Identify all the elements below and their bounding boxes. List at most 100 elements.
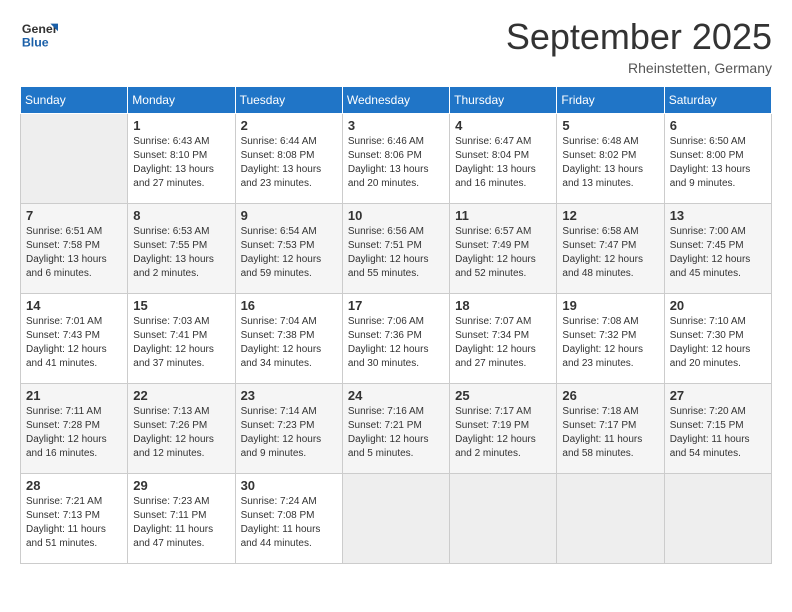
day-info: Sunrise: 6:47 AMSunset: 8:04 PMDaylight:… [455,135,551,191]
weekday-header-saturday: Saturday [664,87,771,114]
day-number: 22 [133,388,229,403]
day-info: Sunrise: 6:54 AMSunset: 7:53 PMDaylight:… [241,225,337,281]
day-number: 4 [455,118,551,133]
weekday-header-wednesday: Wednesday [342,87,449,114]
calendar-cell: 24 Sunrise: 7:16 AMSunset: 7:21 PMDayligh… [342,384,449,474]
calendar-cell [342,474,449,564]
calendar-cell: 15Sunrise: 7:03 AMSunset: 7:41 PMDayligh… [128,294,235,384]
calendar-cell: 23 Sunrise: 7:14 AMSunset: 7:23 PMDayligh… [235,384,342,474]
day-number: 5 [562,118,658,133]
day-number: 28 [26,478,122,493]
day-number: 6 [670,118,766,133]
calendar-cell: 29Sunrise: 7:23 AMSunset: 7:11 PMDayligh… [128,474,235,564]
calendar-cell: 21 Sunrise: 7:11 AMSunset: 7:28 PMDayligh… [21,384,128,474]
calendar-header: SundayMondayTuesdayWednesdayThursdayFrid… [21,87,772,114]
calendar-cell: 4 Sunrise: 6:47 AMSunset: 8:04 PMDaylight… [450,114,557,204]
weekday-header-friday: Friday [557,87,664,114]
day-info: Sunrise: 7:04 AMSunset: 7:38 PMDaylight:… [241,315,337,371]
calendar-table: SundayMondayTuesdayWednesdayThursdayFrid… [20,86,772,564]
calendar-week-1: 1 Sunrise: 6:43 AMSunset: 8:10 PMDaylight… [21,114,772,204]
calendar-cell: 19 Sunrise: 7:08 AMSunset: 7:32 PMDayligh… [557,294,664,384]
calendar-cell: 17Sunrise: 7:06 AMSunset: 7:36 PMDayligh… [342,294,449,384]
day-number: 10 [348,208,444,223]
day-info: Sunrise: 7:14 AMSunset: 7:23 PMDaylight:… [241,405,337,461]
day-info: Sunrise: 6:48 AMSunset: 8:02 PMDaylight:… [562,135,658,191]
calendar-cell [21,114,128,204]
calendar-cell: 6 Sunrise: 6:50 AMSunset: 8:00 PMDaylight… [664,114,771,204]
day-info: Sunrise: 6:44 AMSunset: 8:08 PMDaylight:… [241,135,337,191]
day-number: 1 [133,118,229,133]
day-info: Sunrise: 6:53 AMSunset: 7:55 PMDaylight:… [133,225,229,281]
day-number: 21 [26,388,122,403]
day-info: Sunrise: 7:20 AMSunset: 7:15 PMDaylight:… [670,405,766,461]
svg-text:Blue: Blue [22,35,49,49]
day-number: 23 [241,388,337,403]
calendar-cell: 27 Sunrise: 7:20 AMSunset: 7:15 PMDayligh… [664,384,771,474]
day-number: 7 [26,208,122,223]
calendar-cell: 13 Sunrise: 7:00 AMSunset: 7:45 PMDayligh… [664,204,771,294]
day-info: Sunrise: 7:08 AMSunset: 7:32 PMDaylight:… [562,315,658,371]
calendar-cell: 8 Sunrise: 6:53 AMSunset: 7:55 PMDaylight… [128,204,235,294]
day-number: 13 [670,208,766,223]
day-info: Sunrise: 6:43 AMSunset: 8:10 PMDaylight:… [133,135,229,191]
calendar-week-5: 28 Sunrise: 7:21 AMSunset: 7:13 PMDayligh… [21,474,772,564]
day-number: 24 [348,388,444,403]
weekday-header-thursday: Thursday [450,87,557,114]
day-number: 12 [562,208,658,223]
day-info: Sunrise: 7:21 AMSunset: 7:13 PMDaylight:… [26,495,122,551]
day-info: Sunrise: 7:10 AMSunset: 7:30 PMDaylight:… [670,315,766,371]
day-info: Sunrise: 7:16 AMSunset: 7:21 PMDaylight:… [348,405,444,461]
calendar-cell: 11 Sunrise: 6:57 AMSunset: 7:49 PMDayligh… [450,204,557,294]
header: General Blue September 2025 Rheinstetten… [20,16,772,76]
calendar-cell: 12 Sunrise: 6:58 AMSunset: 7:47 PMDayligh… [557,204,664,294]
day-number: 27 [670,388,766,403]
day-number: 11 [455,208,551,223]
calendar-cell: 28 Sunrise: 7:21 AMSunset: 7:13 PMDayligh… [21,474,128,564]
calendar-cell: 25 Sunrise: 7:17 AMSunset: 7:19 PMDayligh… [450,384,557,474]
calendar-cell: 1 Sunrise: 6:43 AMSunset: 8:10 PMDaylight… [128,114,235,204]
day-number: 17 [348,298,444,313]
calendar-cell: 10 Sunrise: 6:56 AMSunset: 7:51 PMDayligh… [342,204,449,294]
weekday-header-sunday: Sunday [21,87,128,114]
day-info: Sunrise: 7:18 AMSunset: 7:17 PMDaylight:… [562,405,658,461]
calendar-cell [450,474,557,564]
day-number: 16 [241,298,337,313]
day-info: Sunrise: 6:58 AMSunset: 7:47 PMDaylight:… [562,225,658,281]
calendar-week-2: 7Sunrise: 6:51 AMSunset: 7:58 PMDaylight… [21,204,772,294]
calendar-week-4: 21 Sunrise: 7:11 AMSunset: 7:28 PMDayligh… [21,384,772,474]
calendar-cell: 26Sunrise: 7:18 AMSunset: 7:17 PMDayligh… [557,384,664,474]
day-info: Sunrise: 7:03 AMSunset: 7:41 PMDaylight:… [133,315,229,371]
calendar-cell [557,474,664,564]
day-number: 3 [348,118,444,133]
calendar-cell: 3 Sunrise: 6:46 AMSunset: 8:06 PMDaylight… [342,114,449,204]
day-number: 2 [241,118,337,133]
calendar-cell [664,474,771,564]
day-info: Sunrise: 7:00 AMSunset: 7:45 PMDaylight:… [670,225,766,281]
day-info: Sunrise: 7:17 AMSunset: 7:19 PMDaylight:… [455,405,551,461]
month-title: September 2025 [506,16,772,58]
calendar-body: 1 Sunrise: 6:43 AMSunset: 8:10 PMDaylight… [21,114,772,564]
day-info: Sunrise: 7:11 AMSunset: 7:28 PMDaylight:… [26,405,122,461]
calendar-cell: 9 Sunrise: 6:54 AMSunset: 7:53 PMDaylight… [235,204,342,294]
day-number: 9 [241,208,337,223]
day-info: Sunrise: 6:56 AMSunset: 7:51 PMDaylight:… [348,225,444,281]
day-info: Sunrise: 7:23 AMSunset: 7:11 PMDaylight:… [133,495,229,551]
calendar-cell: 2 Sunrise: 6:44 AMSunset: 8:08 PMDaylight… [235,114,342,204]
day-number: 20 [670,298,766,313]
calendar-cell: 7Sunrise: 6:51 AMSunset: 7:58 PMDaylight… [21,204,128,294]
logo: General Blue [20,16,62,54]
calendar-week-3: 14Sunrise: 7:01 AMSunset: 7:43 PMDayligh… [21,294,772,384]
calendar-cell: 18Sunrise: 7:07 AMSunset: 7:34 PMDayligh… [450,294,557,384]
day-number: 8 [133,208,229,223]
day-number: 18 [455,298,551,313]
day-info: Sunrise: 6:50 AMSunset: 8:00 PMDaylight:… [670,135,766,191]
day-number: 19 [562,298,658,313]
location-title: Rheinstetten, Germany [506,60,772,76]
calendar-cell: 5 Sunrise: 6:48 AMSunset: 8:02 PMDaylight… [557,114,664,204]
day-info: Sunrise: 6:46 AMSunset: 8:06 PMDaylight:… [348,135,444,191]
day-number: 25 [455,388,551,403]
day-number: 30 [241,478,337,493]
day-info: Sunrise: 6:57 AMSunset: 7:49 PMDaylight:… [455,225,551,281]
calendar-cell: 16 Sunrise: 7:04 AMSunset: 7:38 PMDayligh… [235,294,342,384]
weekday-header-row: SundayMondayTuesdayWednesdayThursdayFrid… [21,87,772,114]
